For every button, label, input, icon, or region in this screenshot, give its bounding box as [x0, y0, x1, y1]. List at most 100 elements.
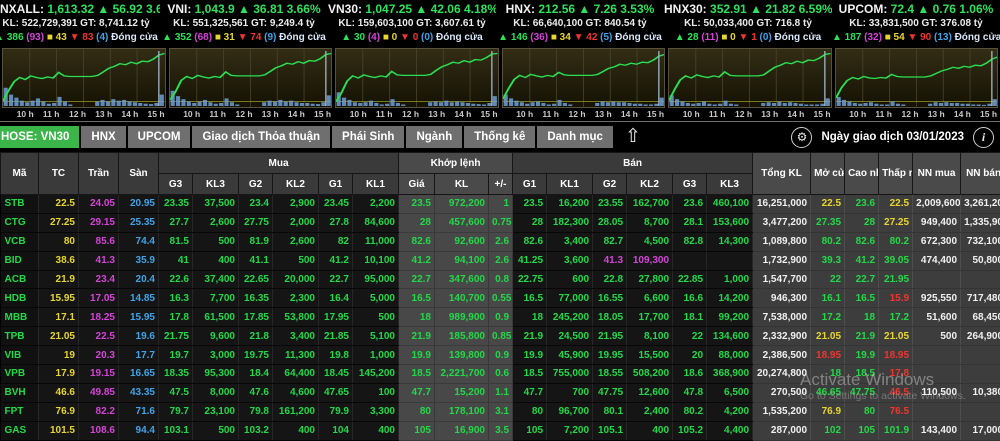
index-breadth: ▲ 28 (11) ■ 0 ▼ 1 (0) Đóng cửa — [664, 31, 832, 45]
cell-tran: 85.6 — [79, 232, 119, 251]
table-row[interactable]: GAS101.5108.694.4103.1500103.24001044001… — [1, 421, 1000, 440]
time-tick-label: 10 h — [849, 109, 866, 119]
cell-ma[interactable]: BVH — [1, 383, 39, 402]
tab-upcom[interactable]: UPCOM — [128, 126, 191, 148]
cell-nn-mua: 474,400 — [913, 251, 961, 270]
info-icon[interactable]: i — [973, 127, 994, 148]
cell-tc: 101.5 — [39, 421, 79, 440]
cell-chg: 0.85 — [489, 327, 513, 346]
cell-mua-g3: 21.75 — [159, 327, 193, 346]
cell-ma[interactable]: ACB — [1, 270, 39, 289]
index-summary: HNX: 212.56 ▲ 7.26 3.53% — [496, 2, 664, 17]
index-volume-value: KL: 522,729,391 GT: 8,741.12 tỷ — [0, 17, 160, 31]
cell-ma[interactable]: VPB — [1, 365, 39, 384]
cell-mua-kl3: 23,100 — [193, 402, 239, 421]
cell-ma[interactable]: VCB — [1, 232, 39, 251]
cell-ma[interactable]: STB — [1, 195, 39, 214]
table-row[interactable]: VPB17.919.1516.6518.3595,30018.464,40018… — [1, 365, 1000, 384]
cell-cao-nhat: 28 — [845, 213, 879, 232]
table-row[interactable]: HDB15.9517.0514.8516.37,70016.352,30016.… — [1, 289, 1000, 308]
cell-mua-g3: 47.5 — [159, 383, 193, 402]
table-row[interactable]: BVH46.649.8543.3547.58,00047.64,60047.65… — [1, 383, 1000, 402]
table-row[interactable]: ACB21.923.420.422.637,40022.6520,00022.7… — [1, 270, 1000, 289]
cell-ban-g1: 82.6 — [513, 232, 547, 251]
gear-icon[interactable]: ⚙ — [791, 127, 812, 148]
table-row[interactable]: MBB17.118.2515.9517.861,50017.8553,80017… — [1, 308, 1000, 327]
index-summary: VN30: 1,047.25 ▲ 42.06 4.18% — [328, 2, 496, 17]
cell-cao-nhat: 16.5 — [845, 289, 879, 308]
table-row[interactable]: VCB8085.674.481.550081.92,6008211,00082.… — [1, 232, 1000, 251]
tab-hnx[interactable]: HNX — [81, 126, 125, 148]
cell-cao-nhat: 19.9 — [845, 346, 879, 365]
cell-nn-ban: 68,450 — [961, 308, 1000, 327]
cell-ma[interactable]: FPT — [1, 402, 39, 421]
cell-nn-mua — [913, 270, 961, 289]
session-status: Đóng cửa — [955, 32, 1000, 43]
cell-ma[interactable]: TPB — [1, 327, 39, 346]
cell-san: 14.85 — [119, 289, 159, 308]
cell-ban-kl3: 368,900 — [707, 365, 753, 384]
tab-th-ng-k-[interactable]: Thống kê — [464, 126, 535, 148]
cell-mua-kl1: 5,000 — [353, 289, 399, 308]
cell-nn-mua: 51,600 — [913, 308, 961, 327]
tab-ph-i-sinh[interactable]: Phái Sinh — [332, 126, 404, 148]
cell-mua-g3: 18.35 — [159, 365, 193, 384]
time-tick-label: 14 h — [787, 109, 804, 119]
cell-ma[interactable]: GAS — [1, 421, 39, 440]
collapse-arrow-icon[interactable]: ⇧ — [625, 127, 641, 147]
tab-danh-m-c[interactable]: Danh mục — [537, 126, 613, 148]
cell-mua-kl3: 400 — [193, 251, 239, 270]
table-row[interactable]: BID38.641.335.94140041.150041.210,10041.… — [1, 251, 1000, 270]
cell-mua-g3: 19.7 — [159, 346, 193, 365]
cell-mua-kl1: 2,200 — [353, 195, 399, 214]
cell-nn-mua: 925,550 — [913, 289, 961, 308]
index-block-hnx30: HNX30: 352.91 ▲ 21.82 6.59%KL: 50,033,40… — [664, 0, 832, 48]
cell-mua-kl2: 20,000 — [273, 270, 319, 289]
table-row[interactable]: VIB1920.317.719.73,00019.7511,30019.81,0… — [1, 346, 1000, 365]
index-summary: HNX30: 352.91 ▲ 21.82 6.59% — [664, 2, 832, 17]
cell-kl: 16,900 — [435, 421, 489, 440]
tab-ng-nh[interactable]: Ngành — [406, 126, 462, 148]
header-sub-10: KL1 — [547, 174, 593, 195]
cell-gia: 105 — [399, 421, 435, 440]
cell-cao-nhat: 47.75 — [845, 383, 879, 402]
tab-giao-d-ch-th-a-thu-n[interactable]: Giao dịch Thỏa thuận — [192, 126, 330, 148]
cell-thap-nhat: 46.5 — [879, 383, 913, 402]
cell-kl: 185,800 — [435, 327, 489, 346]
cell-tong-kl: 2,332,900 — [753, 327, 811, 346]
cell-mua-kl2: 53,800 — [273, 308, 319, 327]
table-row[interactable]: TPB21.0522.519.621.759,60021.83,40021.85… — [1, 327, 1000, 346]
table-row[interactable]: FPT76.982.271.679.723,10079.8161,20079.9… — [1, 402, 1000, 421]
cell-thap-nhat: 17.2 — [879, 308, 913, 327]
decliners-count: ▼ 42 — [574, 32, 601, 43]
cell-tran: 41.3 — [79, 251, 119, 270]
index-block-vni: VNI: 1,043.9 ▲ 36.81 3.66%KL: 551,325,56… — [160, 0, 328, 48]
advancers-count: ▲ 28 — [675, 32, 702, 43]
unchanged-count: ■ 0 — [383, 32, 400, 43]
floor-count: (0) — [760, 32, 775, 43]
cell-ma[interactable]: BID — [1, 251, 39, 270]
cell-ma[interactable]: VIB — [1, 346, 39, 365]
chart-cell-1: 10 h11 h12 h13 h14 h15 h — [169, 48, 333, 121]
nav-bar: HOSE: VN30HNXUPCOMGiao dịch Thỏa thuậnPh… — [0, 122, 1000, 152]
cell-mo-cua: 18.95 — [811, 346, 845, 365]
cell-mua-kl3: 37,500 — [193, 195, 239, 214]
cell-mua-g1: 23.45 — [319, 195, 353, 214]
cell-ma[interactable]: MBB — [1, 308, 39, 327]
table-row[interactable]: STB22.524.0520.9523.3537,50023.42,90023.… — [1, 195, 1000, 214]
time-tick-label: 13 h — [428, 109, 445, 119]
cell-ban-kl2: 15,500 — [627, 346, 673, 365]
time-tick-label: 13 h — [95, 109, 112, 119]
cell-mua-g3: 16.3 — [159, 289, 193, 308]
cell-ma[interactable]: HDB — [1, 289, 39, 308]
cell-ban-kl3: 99,200 — [707, 308, 753, 327]
tab-hose-vn30[interactable]: HOSE: VN30 — [0, 126, 79, 148]
cell-ma[interactable]: CTG — [1, 213, 39, 232]
chart-time-axis: 10 h11 h12 h13 h14 h15 h — [169, 108, 333, 121]
chart-cell-2: 10 h11 h12 h13 h14 h15 h — [335, 48, 499, 121]
cell-gia: 21.9 — [399, 327, 435, 346]
cell-mua-g1: 19.8 — [319, 346, 353, 365]
table-row[interactable]: CTG27.2529.1525.3527.72,60027.752,00027.… — [1, 213, 1000, 232]
time-tick-label: 11 h — [875, 109, 892, 119]
cell-mua-kl3: 7,700 — [193, 289, 239, 308]
